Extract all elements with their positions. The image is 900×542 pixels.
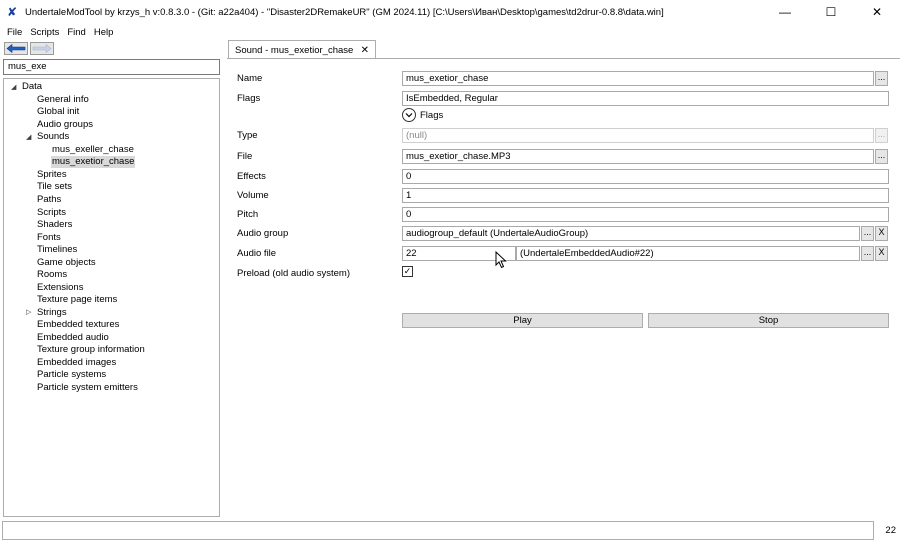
close-tab-icon[interactable]: ✕ bbox=[361, 45, 369, 56]
tree-item-rooms[interactable]: Rooms bbox=[37, 269, 67, 281]
file-browse-button[interactable]: ... bbox=[875, 149, 888, 164]
audio-file-clear-button[interactable]: X bbox=[875, 246, 888, 261]
collapse-triangle-icon[interactable]: ◢ bbox=[11, 83, 16, 91]
flags-label: Flags bbox=[237, 93, 261, 104]
name-field[interactable]: mus_exetior_chase bbox=[402, 71, 874, 86]
flags-expander-label: Flags bbox=[420, 109, 444, 121]
flags-field[interactable]: IsEmbedded, Regular bbox=[402, 91, 889, 106]
volume-field[interactable]: 1 bbox=[402, 188, 889, 203]
expand-triangle-icon[interactable]: ▷ bbox=[26, 308, 31, 316]
menu-bar: File Scripts Find Help bbox=[0, 24, 900, 40]
file-field[interactable]: mus_exetior_chase.MP3 bbox=[402, 149, 874, 164]
tree-item-particle-systems[interactable]: Particle systems bbox=[37, 369, 106, 381]
resource-tree: ◢ Data General info Global init Audio gr… bbox=[3, 78, 220, 517]
tree-item-paths[interactable]: Paths bbox=[37, 194, 61, 206]
volume-label: Volume bbox=[237, 190, 269, 201]
tree-search-input[interactable]: mus_exe bbox=[3, 59, 220, 75]
window-controls: — ☐ ✕ bbox=[762, 0, 900, 24]
tree-item-texture-page-items[interactable]: Texture page items bbox=[37, 294, 117, 306]
tree-item-sound-selected[interactable]: mus_exetior_chase bbox=[51, 156, 136, 168]
forward-button[interactable] bbox=[30, 42, 54, 55]
play-button[interactable]: Play bbox=[402, 313, 643, 328]
mouse-cursor-icon bbox=[495, 251, 507, 269]
effects-field[interactable]: 0 bbox=[402, 169, 889, 184]
tree-item-tile-sets[interactable]: Tile sets bbox=[37, 181, 72, 193]
tree-item-fonts[interactable]: Fonts bbox=[37, 232, 61, 244]
effects-label: Effects bbox=[237, 171, 266, 182]
tree-item-extensions[interactable]: Extensions bbox=[37, 282, 83, 294]
minimize-button[interactable]: — bbox=[762, 0, 808, 24]
tree-item-global-init[interactable]: Global init bbox=[37, 106, 79, 118]
flags-expander[interactable]: Flags bbox=[402, 108, 443, 122]
tree-item-sound[interactable]: mus_exeller_chase bbox=[52, 144, 134, 156]
menu-help[interactable]: Help bbox=[90, 27, 118, 38]
audio-group-browse-button[interactable]: ... bbox=[861, 226, 874, 241]
audio-file-label: Audio file bbox=[237, 248, 277, 259]
tree-item-sprites[interactable]: Sprites bbox=[37, 169, 67, 181]
close-window-button[interactable]: ✕ bbox=[854, 0, 900, 24]
back-button[interactable] bbox=[4, 42, 28, 55]
tree-item-embedded-audio[interactable]: Embedded audio bbox=[37, 332, 109, 344]
tree-item-scripts[interactable]: Scripts bbox=[37, 207, 66, 219]
collapse-triangle-icon[interactable]: ◢ bbox=[26, 133, 31, 141]
pitch-field[interactable]: 0 bbox=[402, 207, 889, 222]
window-title: UndertaleModTool by krzys_h v:0.8.3.0 - … bbox=[25, 6, 664, 18]
stop-button[interactable]: Stop bbox=[648, 313, 889, 328]
tree-item-texture-group-information[interactable]: Texture group information bbox=[37, 344, 145, 356]
type-label: Type bbox=[237, 130, 258, 141]
forward-arrow-icon bbox=[32, 44, 52, 53]
tree-item-audio-groups[interactable]: Audio groups bbox=[37, 119, 93, 131]
pitch-label: Pitch bbox=[237, 209, 259, 220]
name-browse-button[interactable]: ... bbox=[875, 71, 888, 86]
tree-item-game-objects[interactable]: Game objects bbox=[37, 257, 96, 269]
type-field[interactable]: (null) bbox=[402, 128, 874, 143]
audio-group-label: Audio group bbox=[237, 228, 289, 239]
tab-sound[interactable]: Sound - mus_exetior_chase ✕ bbox=[228, 40, 376, 59]
app-icon: ✘ bbox=[7, 5, 18, 19]
tree-item-embedded-images[interactable]: Embedded images bbox=[37, 357, 116, 369]
file-label: File bbox=[237, 151, 253, 162]
tree-item-shaders[interactable]: Shaders bbox=[37, 219, 72, 231]
preload-checkbox[interactable]: ✓ bbox=[402, 266, 413, 277]
audio-group-field[interactable]: audiogroup_default (UndertaleAudioGroup) bbox=[402, 226, 860, 241]
maximize-button[interactable]: ☐ bbox=[808, 0, 854, 24]
audio-file-field[interactable]: (UndertaleEmbeddedAudio#22) bbox=[516, 246, 860, 261]
name-label: Name bbox=[237, 73, 263, 84]
audio-group-clear-button[interactable]: X bbox=[875, 226, 888, 241]
tree-item-data[interactable]: Data bbox=[22, 81, 42, 93]
command-input[interactable] bbox=[2, 521, 874, 540]
tree-item-sounds[interactable]: Sounds bbox=[37, 131, 69, 143]
tree-item-embedded-textures[interactable]: Embedded textures bbox=[37, 319, 119, 331]
tree-item-general-info[interactable]: General info bbox=[37, 94, 89, 106]
back-arrow-icon bbox=[6, 44, 26, 53]
tree-item-particle-system-emitters[interactable]: Particle system emitters bbox=[37, 382, 138, 394]
menu-file[interactable]: File bbox=[3, 27, 26, 38]
tab-strip: Sound - mus_exetior_chase ✕ bbox=[227, 40, 900, 59]
chevron-down-icon bbox=[402, 108, 416, 122]
menu-find[interactable]: Find bbox=[63, 27, 89, 38]
type-browse-button[interactable]: ... bbox=[875, 128, 888, 143]
audio-file-browse-button[interactable]: ... bbox=[861, 246, 874, 261]
menu-scripts[interactable]: Scripts bbox=[26, 27, 63, 38]
status-bar: 22 bbox=[0, 520, 900, 542]
preload-label: Preload (old audio system) bbox=[237, 268, 350, 279]
status-count: 22 bbox=[885, 525, 896, 536]
tree-item-timelines[interactable]: Timelines bbox=[37, 244, 77, 256]
tab-label: Sound - mus_exetior_chase bbox=[235, 44, 354, 56]
title-bar: ✘ UndertaleModTool by krzys_h v:0.8.3.0 … bbox=[0, 0, 900, 24]
navigation-toolbar bbox=[4, 42, 54, 56]
tree-item-strings[interactable]: Strings bbox=[37, 307, 67, 319]
